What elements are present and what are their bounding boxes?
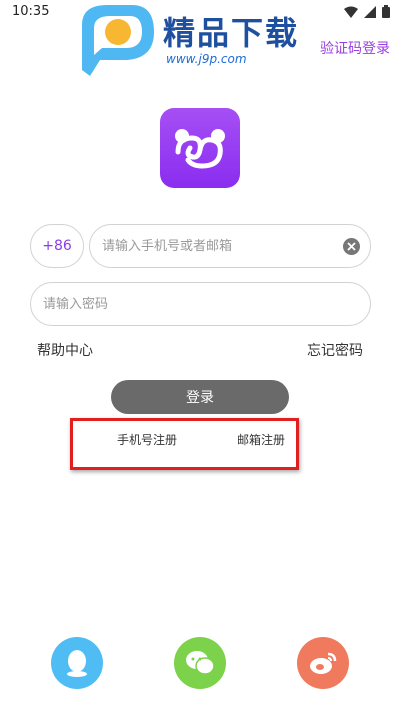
phone-field (89, 224, 371, 268)
qq-login-button[interactable] (51, 637, 103, 689)
weibo-login-button[interactable] (297, 637, 349, 689)
watermark-url: www.j9p.com (166, 52, 247, 66)
weibo-icon (310, 652, 337, 674)
signal-icon (364, 5, 376, 18)
app-logo (160, 108, 240, 188)
email-register-link[interactable]: 邮箱注册 (237, 431, 285, 448)
app-logo-icon (175, 129, 225, 169)
login-button[interactable]: 登录 (111, 380, 289, 414)
wechat-login-button[interactable] (174, 637, 226, 689)
wechat-icon (186, 651, 215, 675)
watermark-logo (82, 5, 154, 76)
password-input[interactable] (31, 283, 370, 325)
qq-icon (67, 650, 87, 677)
wifi-icon (344, 6, 358, 18)
phone-input[interactable] (90, 225, 370, 267)
watermark-brand: 精品下载 (163, 14, 300, 52)
status-time: 10:35 (12, 4, 50, 19)
country-code-button[interactable]: +86 (30, 224, 84, 268)
password-field (30, 282, 371, 326)
sms-login-link[interactable]: 验证码登录 (320, 38, 390, 58)
phone-register-link[interactable]: 手机号注册 (117, 431, 177, 448)
help-center-link[interactable]: 帮助中心 (37, 340, 93, 360)
forgot-password-link[interactable]: 忘记密码 (307, 340, 363, 360)
clear-icon[interactable] (343, 238, 360, 255)
battery-icon (382, 5, 390, 18)
status-icons (344, 5, 390, 18)
